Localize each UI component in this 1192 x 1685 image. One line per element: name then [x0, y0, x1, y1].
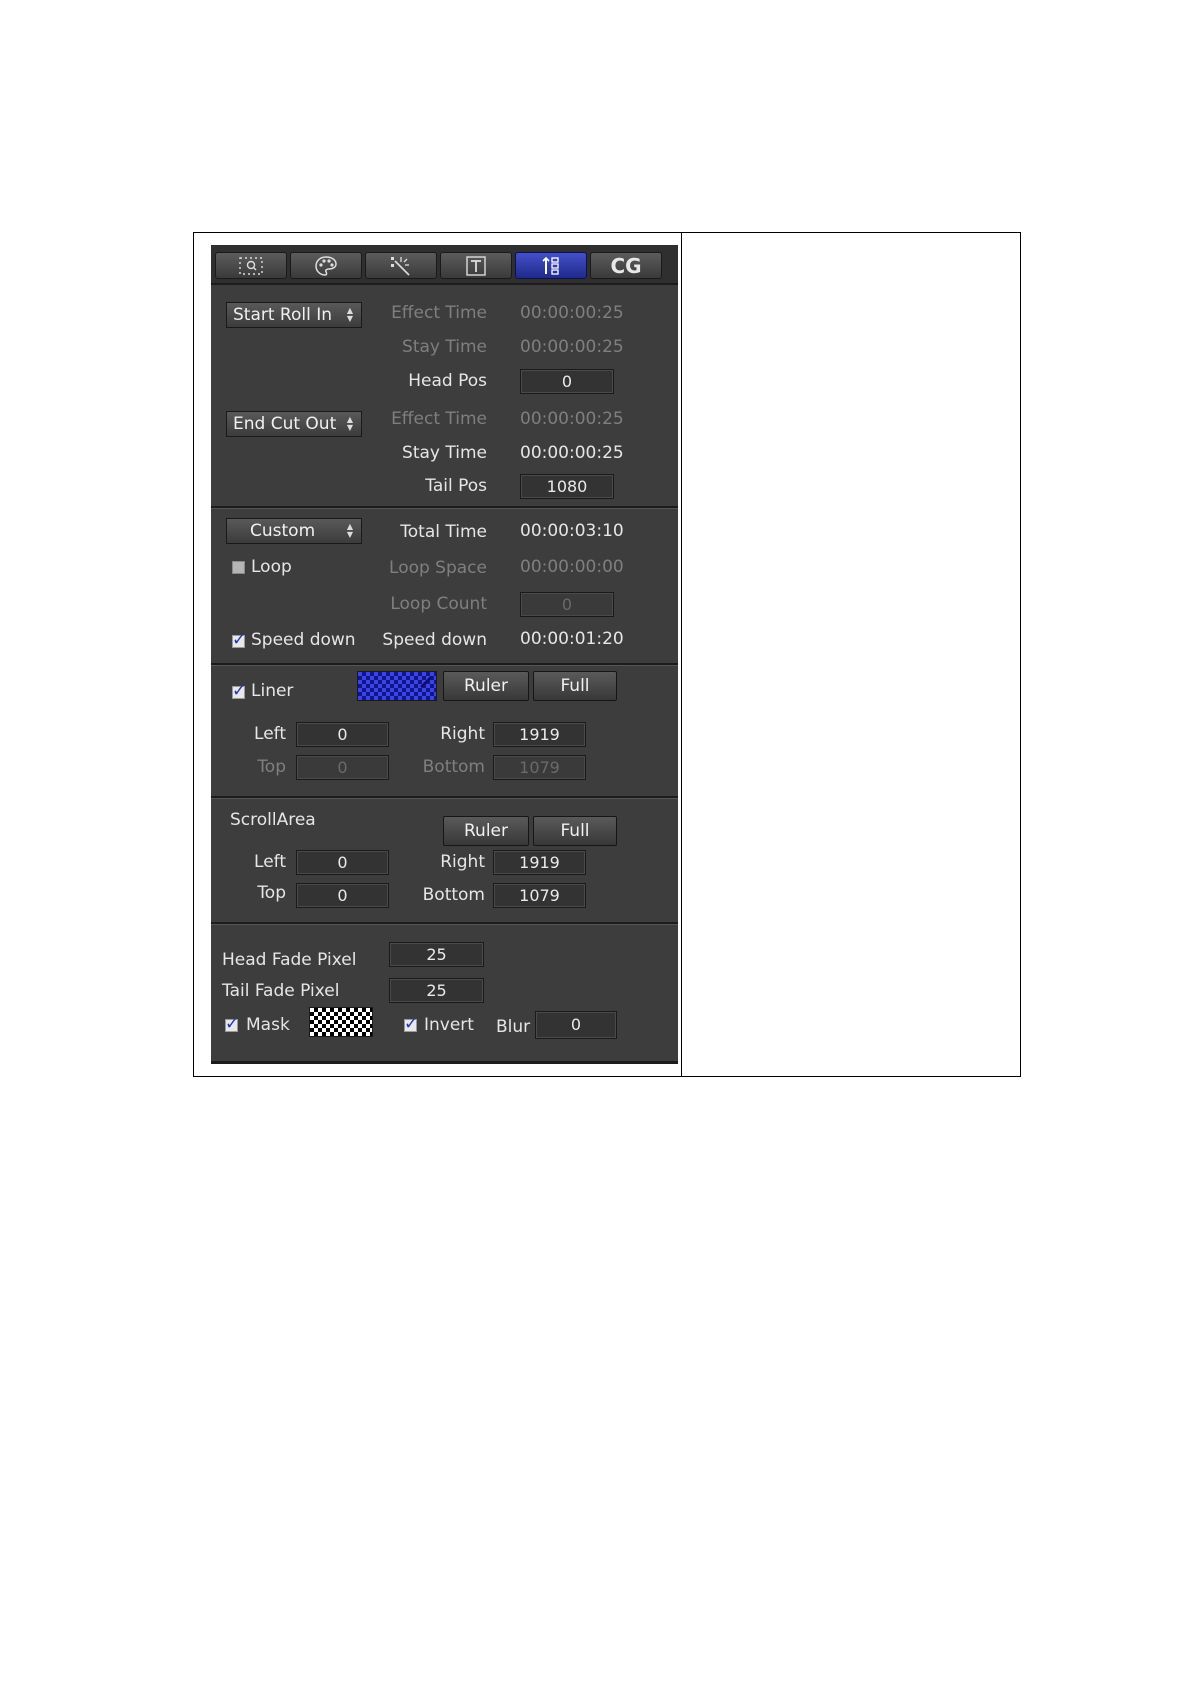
scroll-area-full-button[interactable]: Full — [533, 816, 617, 846]
roll-out-effect-time-value: 00:00:00:25 — [520, 409, 624, 429]
roll-in-stay-time-value: 00:00:00:25 — [520, 337, 624, 357]
scroll-area-left-input[interactable]: 0 — [296, 850, 389, 875]
liner-color-swatch[interactable] — [357, 671, 437, 701]
liner-ruler-button[interactable]: Ruler — [443, 671, 529, 701]
roll-in-effect-time-value: 00:00:00:25 — [520, 303, 624, 323]
roll-in-effect-time-label: Effect Time — [391, 303, 487, 323]
roll-in-stay-time-label: Stay Time — [402, 337, 487, 357]
liner-checkbox[interactable]: ✓ — [232, 681, 246, 701]
speed-down-checkbox[interactable]: ✓ — [232, 630, 246, 650]
timing-mode-value: Custom — [250, 521, 316, 541]
section-divider — [211, 796, 678, 799]
loop-count-label: Loop Count — [390, 594, 487, 614]
roll-out-stay-time-label: Stay Time — [402, 443, 487, 463]
scroll-area-right-input[interactable]: 1919 — [493, 850, 586, 875]
liner-right-label: Right — [440, 724, 485, 744]
tail-fade-pixel-input[interactable]: 25 — [389, 978, 484, 1003]
roll-settings-panel: CG Start Roll In ▲ ▼ Effect Time 00:00:00… — [211, 245, 678, 1064]
liner-left-label: Left — [254, 724, 286, 744]
section-divider — [211, 663, 678, 666]
mask-label: Mask — [246, 1015, 290, 1035]
section-divider — [211, 506, 678, 509]
scroll-area-top-input[interactable]: 0 — [296, 883, 389, 908]
speed-down-check-label: Speed down — [251, 630, 356, 650]
head-fade-pixel-label: Head Fade Pixel — [222, 950, 357, 970]
liner-left-input[interactable]: 0 — [296, 722, 389, 747]
tab-color[interactable] — [290, 252, 362, 279]
scroll-area-ruler-button[interactable]: Ruler — [443, 816, 529, 846]
liner-bottom-label: Bottom — [422, 757, 485, 777]
tab-position[interactable] — [215, 252, 287, 279]
tab-effect[interactable] — [365, 252, 437, 279]
head-pos-input[interactable]: 0 — [520, 369, 614, 394]
liner-label: Liner — [251, 681, 294, 701]
scroll-area-bottom-input[interactable]: 1079 — [493, 883, 586, 908]
position-icon — [239, 256, 263, 275]
roll-list-icon — [542, 256, 559, 275]
liner-bottom-input[interactable]: 1079 — [493, 755, 586, 780]
tab-cg-label: CG — [610, 253, 642, 278]
checkmark-icon: ✓ — [225, 1014, 240, 1034]
liner-top-label: Top — [257, 757, 286, 777]
mask-checkbox[interactable]: ✓ — [225, 1014, 239, 1034]
liner-right-input[interactable]: 1919 — [493, 722, 586, 747]
tail-pos-label: Tail Pos — [425, 476, 487, 496]
total-time-label: Total Time — [400, 522, 487, 542]
checkmark-icon: ✓ — [232, 681, 247, 701]
table-column-divider — [681, 233, 682, 1076]
scroll-area-bottom-label: Bottom — [422, 885, 485, 905]
loop-space-value: 00:00:00:00 — [520, 557, 624, 577]
roll-out-effect-time-label: Effect Time — [391, 409, 487, 429]
invert-checkbox[interactable]: ✓ — [404, 1014, 418, 1034]
liner-full-button[interactable]: Full — [533, 671, 617, 701]
tab-roll[interactable] — [515, 252, 587, 279]
panel-bottom-edge — [211, 1061, 678, 1064]
roll-out-stay-time-value: 00:00:00:25 — [520, 443, 624, 463]
liner-top-input[interactable]: 0 — [296, 755, 389, 780]
loop-space-label: Loop Space — [389, 558, 487, 578]
loop-checkbox[interactable] — [232, 561, 245, 574]
invert-label: Invert — [424, 1015, 474, 1035]
tab-bar: CG — [211, 245, 678, 285]
tab-text[interactable] — [440, 252, 512, 279]
checkmark-icon: ✓ — [404, 1014, 419, 1034]
speed-down-value: 00:00:01:20 — [520, 629, 624, 649]
blur-label: Blur — [496, 1017, 531, 1037]
tail-pos-input[interactable]: 1080 — [520, 474, 614, 499]
checkmark-icon: ✓ — [232, 630, 247, 650]
mask-pattern-swatch[interactable] — [309, 1007, 373, 1037]
loop-label: Loop — [251, 557, 292, 577]
section-divider — [211, 922, 678, 925]
loop-count-input[interactable]: 0 — [520, 592, 614, 617]
head-pos-label: Head Pos — [408, 371, 487, 391]
eyedropper-icon — [420, 676, 432, 688]
scroll-area-left-label: Left — [254, 852, 286, 872]
effect-wand-icon — [391, 256, 410, 276]
roll-in-mode-value: Start Roll In — [233, 305, 333, 325]
text-icon — [466, 255, 486, 276]
speed-down-label: Speed down — [382, 630, 487, 650]
palette-icon — [315, 255, 337, 276]
scroll-area-top-label: Top — [257, 883, 286, 903]
scroll-area-right-label: Right — [440, 852, 485, 872]
blur-input[interactable]: 0 — [535, 1011, 617, 1039]
roll-out-mode-value: End Cut Out — [233, 414, 337, 434]
total-time-value: 00:00:03:10 — [520, 521, 624, 541]
head-fade-pixel-input[interactable]: 25 — [389, 942, 484, 967]
tab-cg[interactable]: CG — [590, 252, 662, 279]
tail-fade-pixel-label: Tail Fade Pixel — [222, 981, 340, 1001]
scroll-area-label: ScrollArea — [230, 810, 316, 830]
